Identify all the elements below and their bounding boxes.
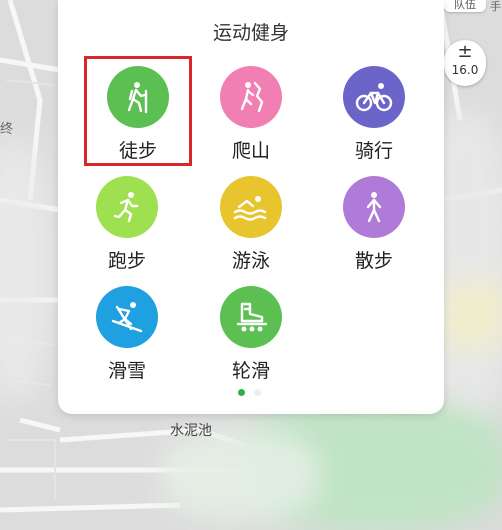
activity-cycling[interactable]: 骑行: [319, 66, 429, 178]
activity-panel: 运动健身 徒步 爬山 骑行 跑步 游泳 散步 滑雪 轮滑: [58, 0, 444, 414]
panel-title: 运动健身: [212, 22, 289, 44]
activity-label: 轮滑: [231, 360, 270, 382]
walking-icon: [343, 176, 405, 238]
bicycle-icon: [343, 66, 405, 128]
activity-label: 散步: [354, 250, 393, 272]
team-button[interactable]: 队伍: [444, 0, 486, 12]
page-indicator[interactable]: [236, 389, 266, 397]
activity-roller-skating[interactable]: 轮滑: [196, 286, 306, 398]
zoom-level: 16.0: [451, 63, 479, 77]
map-road-label: 水泥池: [170, 423, 212, 439]
team-button-label: 队伍: [454, 0, 476, 11]
edge-text: 手: [490, 0, 501, 13]
zoom-control[interactable]: ± 16.0: [444, 40, 486, 86]
activity-label: 骑行: [354, 140, 393, 162]
map-blur-patch: [0, 140, 50, 400]
running-icon: [96, 176, 158, 238]
activity-running[interactable]: 跑步: [72, 176, 182, 288]
map-blur-patch: [440, 280, 502, 350]
activity-label: 游泳: [231, 250, 270, 272]
activity-climbing[interactable]: 爬山: [196, 66, 306, 178]
roller-skate-icon: [220, 286, 282, 348]
activity-walking[interactable]: 散步: [319, 176, 429, 288]
page-dot-active[interactable]: [238, 389, 245, 396]
activity-skiing[interactable]: 滑雪: [72, 286, 182, 398]
map-place-label: 终: [0, 122, 14, 137]
activity-label: 爬山: [231, 140, 270, 162]
activity-label: 滑雪: [107, 360, 146, 382]
page-dot[interactable]: [254, 389, 261, 396]
map-blur-patch: [160, 430, 320, 520]
swimming-icon: [220, 176, 282, 238]
activity-label: 跑步: [107, 250, 146, 272]
selection-highlight: [84, 56, 192, 166]
climbing-icon: [220, 66, 282, 128]
zoom-icon: ±: [457, 41, 473, 62]
skiing-icon: [96, 286, 158, 348]
activity-swimming[interactable]: 游泳: [196, 176, 306, 288]
